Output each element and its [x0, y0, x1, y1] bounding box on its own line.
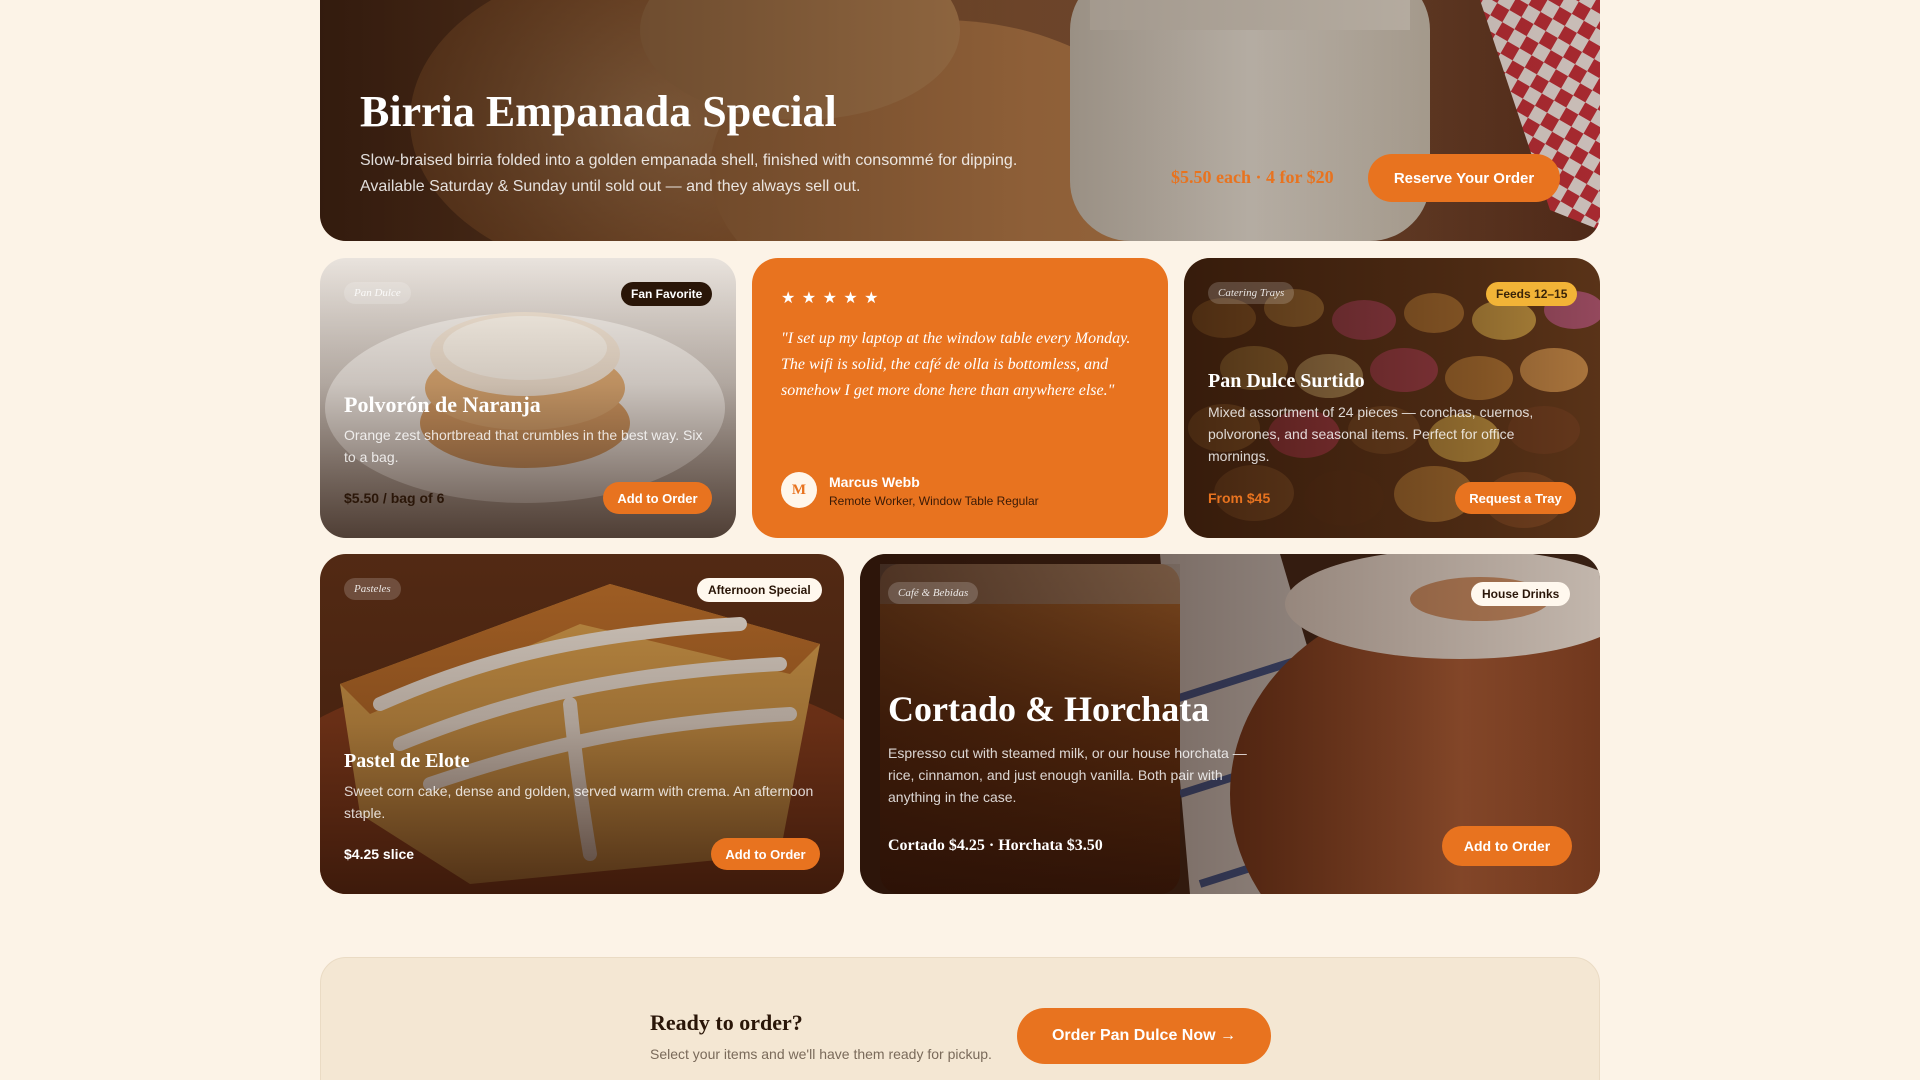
- polvoron-card: Pan Dulce Fan Favorite Polvorón de Naran…: [320, 258, 736, 538]
- order-pan-dulce-button[interactable]: Order Pan Dulce Now →: [1017, 1008, 1271, 1064]
- cta-subtitle: Select your items and we'll have them re…: [650, 1046, 992, 1062]
- polvoron-price: $5.50 / bag of 6: [344, 490, 445, 506]
- polvoron-category: Pan Dulce: [344, 282, 411, 304]
- surtido-description: Mixed assortment of 24 pieces — conchas,…: [1208, 404, 1534, 464]
- elote-title: Pastel de Elote: [344, 750, 470, 772]
- testimonial-card: ★ ★ ★ ★ ★ "I set up my laptop at the win…: [752, 258, 1168, 538]
- reviewer-name: Marcus Webb: [829, 474, 920, 490]
- drinks-title: Cortado & Horchata: [888, 689, 1210, 729]
- avatar-initial: M: [791, 481, 807, 498]
- hero-title: Birria Empanada Special: [360, 87, 837, 136]
- hero-price: $5.50 each · 4 for $20: [1171, 167, 1334, 187]
- surtido-card: Catering Trays Feeds 12–15 Pan Dulce Sur…: [1184, 258, 1600, 538]
- request-tray-button[interactable]: Request a Tray: [1455, 482, 1576, 514]
- drinks-price: Cortado $4.25 · Horchata $3.50: [888, 837, 1103, 854]
- polvoron-description: Orange zest shortbread that crumbles in …: [344, 427, 703, 465]
- drinks-description: Espresso cut with steamed milk, or our h…: [888, 745, 1247, 805]
- hero-description-line1: Slow-braised birria folded into a golden…: [360, 152, 1018, 169]
- cta-title: Ready to order?: [650, 1010, 803, 1035]
- elote-add-button[interactable]: Add to Order: [711, 838, 820, 870]
- reviewer-role: Remote Worker, Window Table Regular: [829, 494, 1039, 508]
- elote-description: Sweet corn cake, dense and golden, serve…: [344, 783, 814, 821]
- hero-description-line2: Available Saturday & Sunday until sold o…: [360, 178, 861, 195]
- surtido-badge: Feeds 12–15: [1486, 282, 1578, 306]
- elote-badge: Afternoon Special: [697, 578, 822, 602]
- surtido-category: Catering Trays: [1208, 282, 1295, 304]
- polvoron-badge: Fan Favorite: [621, 282, 713, 306]
- avatar: M: [781, 472, 817, 508]
- rating-stars: ★ ★ ★ ★ ★: [781, 290, 880, 307]
- drinks-card: Café & Bebidas House Drinks Cortado & Ho…: [860, 554, 1600, 894]
- order-cta-panel: Ready to order? Select your items and we…: [320, 957, 1600, 1080]
- elote-card: Pasteles Afternoon Special Pastel de Elo…: [320, 554, 844, 894]
- testimonial-quote: "I set up my laptop at the window table …: [781, 330, 1131, 399]
- drinks-badge: House Drinks: [1471, 582, 1571, 606]
- drinks-category: Café & Bebidas: [888, 582, 979, 604]
- reserve-order-button[interactable]: Reserve Your Order: [1368, 154, 1560, 202]
- polvoron-title: Polvorón de Naranja: [344, 392, 541, 417]
- surtido-title: Pan Dulce Surtido: [1208, 370, 1365, 392]
- elote-category: Pasteles: [344, 578, 401, 600]
- surtido-price: From $45: [1208, 490, 1271, 506]
- hero-banner: Birria Empanada Special Slow-braised bir…: [320, 0, 1600, 241]
- drinks-add-button[interactable]: Add to Order: [1442, 826, 1572, 866]
- elote-price: $4.25 slice: [344, 846, 415, 862]
- polvoron-add-button[interactable]: Add to Order: [603, 482, 712, 514]
